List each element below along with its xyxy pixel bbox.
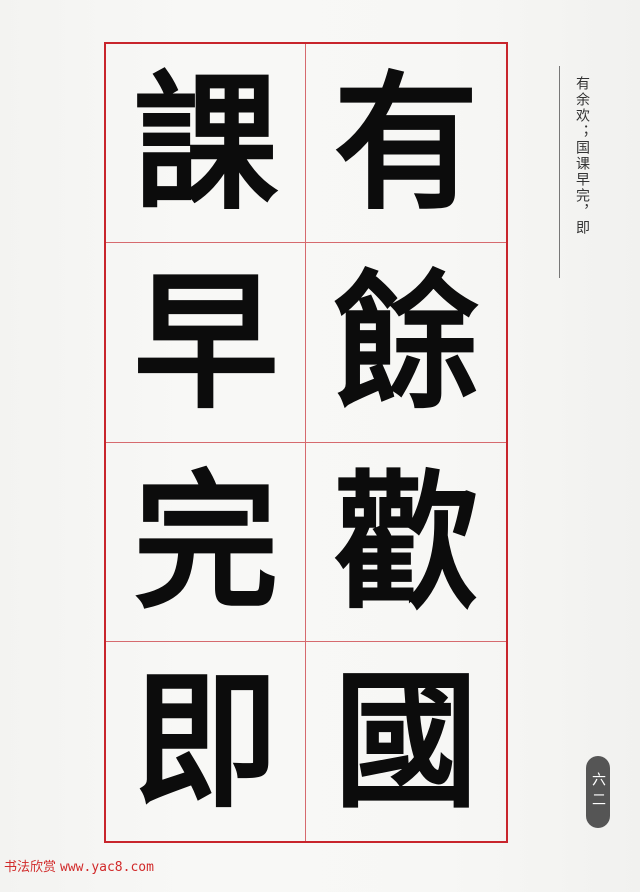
watermark-site-name: 书法欣赏 (4, 860, 57, 875)
calligraphy-character: 課 (132, 56, 279, 231)
calligraphy-character: 完 (132, 454, 279, 629)
grid-cell: 課 (106, 44, 306, 244)
grid-cell: 餘 (306, 243, 506, 443)
grid-cell: 完 (106, 442, 306, 642)
grid-cell: 有 (306, 44, 506, 244)
site-watermark[interactable]: 书法欣赏 www.yac8.com (4, 856, 154, 875)
calligraphy-character: 早 (132, 255, 279, 430)
calligraphy-character: 即 (132, 654, 279, 829)
vertical-caption: 有余欢；国课早完，即 (574, 76, 590, 236)
calligraphy-grid: 課 有 早 餘 完 歡 即 國 (104, 42, 508, 843)
calligraphy-character: 有 (333, 56, 479, 231)
page-number-badge: 六二 (586, 756, 610, 828)
book-page: 課 有 早 餘 完 歡 即 國 有余欢；国课早完，即 六二 书法欣赏 www.ya… (0, 0, 640, 892)
grid-cell: 歡 (306, 443, 506, 642)
calligraphy-character: 國 (333, 654, 479, 829)
caption-divider (559, 66, 560, 278)
grid-cell: 即 (106, 641, 306, 841)
grid-cell: 國 (306, 642, 506, 841)
watermark-url[interactable]: www.yac8.com (60, 860, 154, 875)
grid-cell: 早 (106, 243, 306, 443)
calligraphy-character: 歡 (333, 454, 479, 629)
calligraphy-character: 餘 (333, 255, 479, 430)
